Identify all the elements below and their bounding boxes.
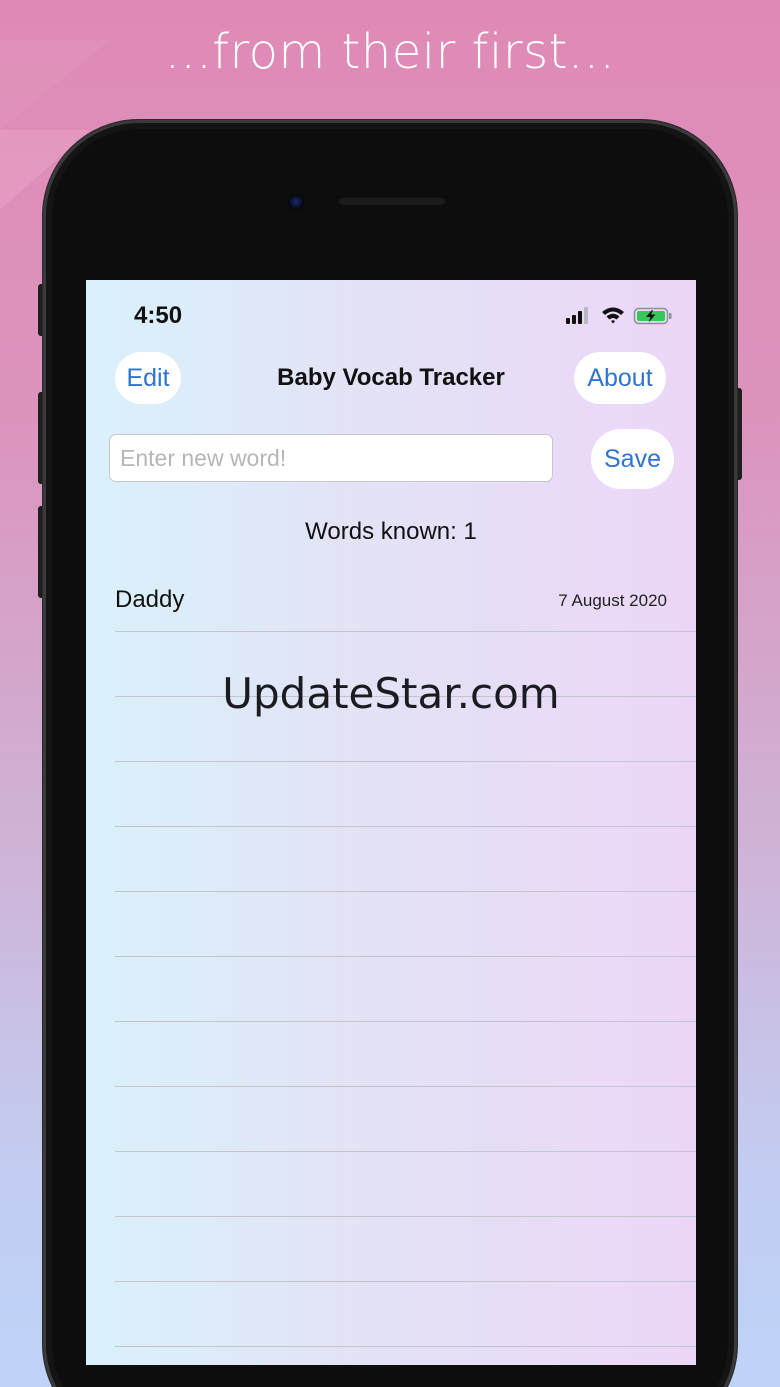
save-button[interactable]: Save (591, 429, 674, 489)
edit-button[interactable]: Edit (115, 352, 181, 404)
earpiece-speaker (338, 196, 446, 205)
list-item (115, 957, 696, 1022)
word-list: Daddy 7 August 2020 (115, 567, 696, 1347)
list-item (115, 1087, 696, 1152)
status-icons (566, 307, 672, 325)
list-item[interactable]: Daddy 7 August 2020 (115, 567, 696, 632)
list-item (115, 827, 696, 892)
list-item (115, 1022, 696, 1087)
list-item (115, 1217, 696, 1282)
list-item (115, 892, 696, 957)
list-item (115, 1282, 696, 1347)
status-time: 4:50 (134, 302, 183, 329)
cellular-signal-icon (566, 307, 588, 324)
about-button[interactable]: About (574, 352, 666, 404)
list-item-word: Daddy (115, 586, 185, 613)
promo-screenshot: ...from their first... 4:50 Edit Baby Vo… (0, 0, 780, 1387)
list-item-date: 7 August 2020 (558, 591, 667, 610)
list-item (115, 1152, 696, 1217)
promo-tagline: ...from their first... (164, 24, 616, 80)
list-item (115, 632, 696, 697)
wifi-icon (602, 307, 624, 324)
list-item (115, 762, 696, 827)
battery-charging-icon (633, 307, 672, 325)
words-known-count: Words known: 1 (305, 518, 477, 545)
list-item (115, 697, 696, 762)
app-screen: 4:50 Edit Baby Vocab Tracker About Enter… (86, 280, 696, 1365)
front-camera-icon (288, 194, 304, 210)
new-word-input[interactable] (109, 434, 553, 482)
